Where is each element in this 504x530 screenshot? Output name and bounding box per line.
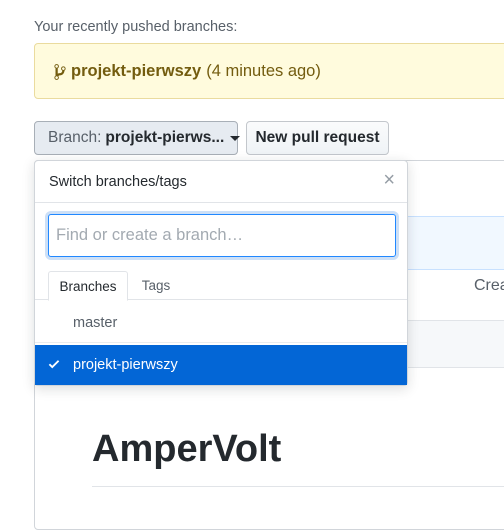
recent-branch-time: (4 minutes ago) <box>206 62 321 80</box>
readme-divider <box>92 486 504 487</box>
caret-down-icon <box>230 135 241 141</box>
tab-branches[interactable]: Branches <box>48 271 128 301</box>
branch-switcher-dropdown: Switch branches/tags × Branches Tags mas… <box>34 160 408 386</box>
dropdown-tabs: Branches Tags <box>35 271 407 301</box>
recent-branch-flash: projekt-pierwszy (4 minutes ago) <box>34 43 504 99</box>
branch-filter-input[interactable] <box>48 214 396 257</box>
recent-branches-label: Your recently pushed branches: <box>34 19 238 35</box>
recent-branch-link[interactable]: projekt-pierwszy <box>71 62 201 81</box>
create-file-link[interactable]: Crea <box>474 277 504 295</box>
branch-item-label: master <box>73 314 118 331</box>
current-branch-label: projekt-pierws... <box>105 129 225 146</box>
branch-prefix-label: Branch: <box>48 129 102 146</box>
close-icon[interactable]: × <box>383 170 395 190</box>
branch-item-projekt-pierwszy[interactable]: projekt-pierwszy <box>35 345 407 385</box>
dropdown-header: Switch branches/tags × <box>35 161 407 203</box>
branch-item-label: projekt-pierwszy <box>73 357 178 373</box>
recent-branch-info: projekt-pierwszy (4 minutes ago) <box>53 62 321 81</box>
new-pull-request-button[interactable]: New pull request <box>246 121 389 155</box>
check-icon <box>48 360 60 369</box>
branch-item-master[interactable]: master <box>35 303 407 343</box>
branch-select-button[interactable]: Branch: projekt-pierws... <box>34 121 241 155</box>
dropdown-title: Switch branches/tags <box>49 174 187 190</box>
readme-heading: AmperVolt <box>92 428 282 470</box>
git-branch-icon <box>54 63 66 80</box>
tab-tags[interactable]: Tags <box>133 271 179 300</box>
